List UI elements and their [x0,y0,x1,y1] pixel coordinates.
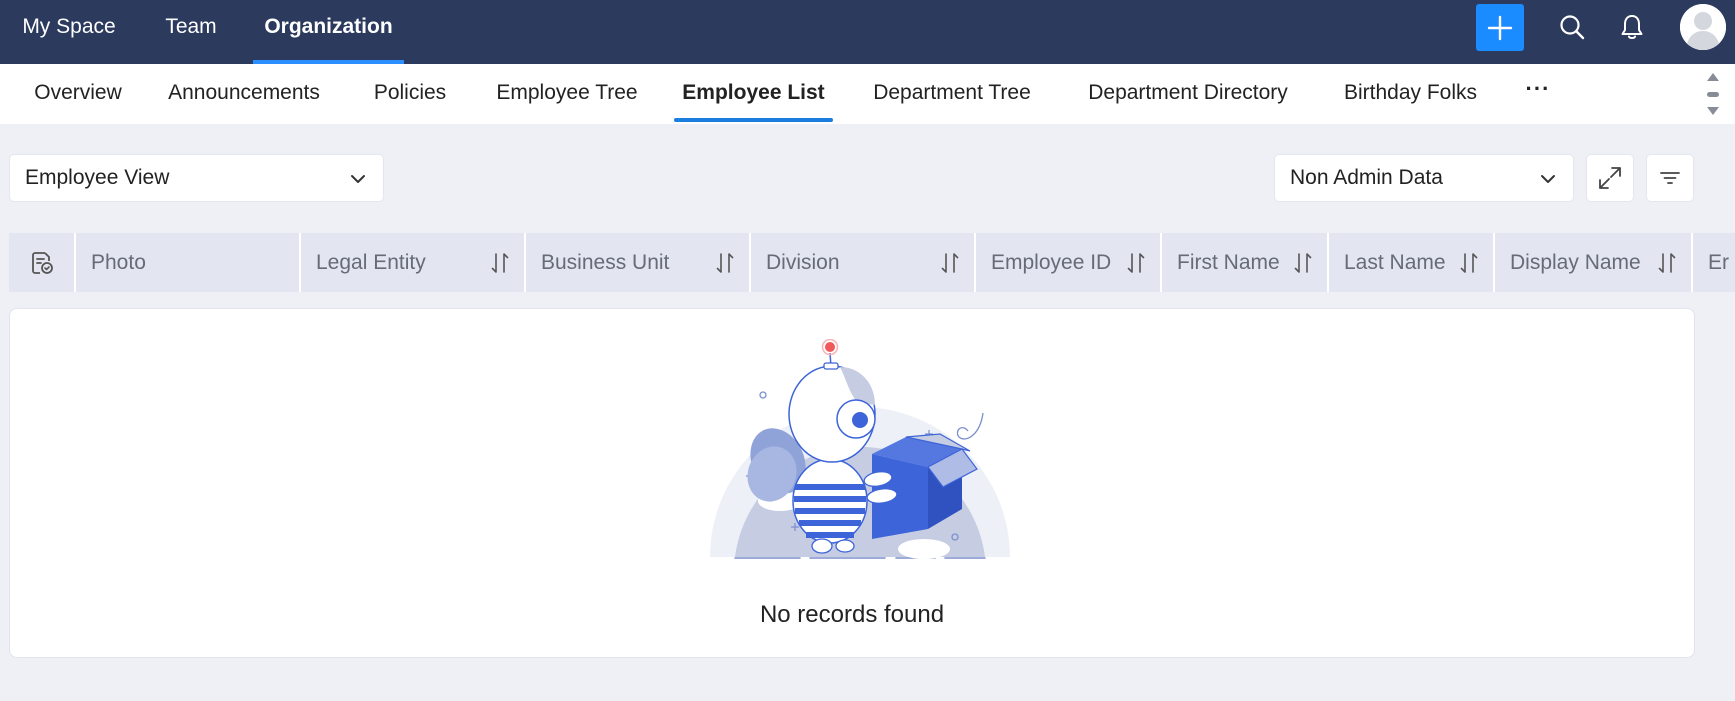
column-header-first-name: First Name [1162,233,1329,292]
filter-icon [1660,172,1680,184]
user-avatar[interactable] [1680,4,1726,50]
tab-employee-list[interactable]: Employee List [674,64,833,124]
sort-icon[interactable] [490,252,510,274]
column-label: Legal Entity [316,251,426,274]
search-icon [1560,15,1585,40]
data-select[interactable]: Non Admin Data [1274,154,1574,202]
plus-icon [1487,15,1513,40]
empty-state-message: No records found [759,601,945,628]
expand-icon [1599,167,1621,189]
data-select-value: Non Admin Data [1290,166,1443,189]
add-button[interactable] [1476,4,1524,51]
sub-navigation-bar: Overview Announcements Policies Employee… [0,64,1735,124]
column-label: Display Name [1510,251,1641,274]
filter-button[interactable] [1646,154,1694,202]
notifications-button[interactable] [1616,11,1648,43]
tab-birthday-folks[interactable]: Birthday Folks [1342,64,1479,124]
empty-state-card: No records found [9,308,1695,658]
search-button[interactable] [1556,11,1588,43]
sort-icon[interactable] [715,252,735,274]
column-header-business-unit: Business Unit [526,233,751,292]
column-label: Photo [91,251,146,274]
chevron-down-icon [351,175,365,183]
column-settings-icon [31,251,53,274]
column-header-employee-id: Employee ID [976,233,1162,292]
column-label: Business Unit [541,251,670,274]
sort-icon[interactable] [1459,252,1479,274]
tab-department-directory[interactable]: Department Directory [1082,64,1294,124]
column-settings-button[interactable] [9,233,76,292]
expand-button[interactable] [1586,154,1634,202]
column-label: First Name [1177,251,1280,274]
column-header-legal-entity: Legal Entity [301,233,526,292]
scroll-arrows-icon [1707,73,1719,115]
more-tabs-button[interactable]: ··· [1525,64,1551,120]
column-header-last-name: Last Name [1329,233,1495,292]
sort-icon[interactable] [1657,252,1677,274]
table-header: Photo Legal Entity Business Unit Divisio… [9,233,1735,292]
column-header-display-name: Display Name [1495,233,1693,292]
bell-icon [1621,15,1643,39]
topnav-my-space[interactable]: My Space [12,0,126,64]
column-header-truncated: Er [1693,233,1735,292]
top-navigation-bar: My Space Team Organization [0,0,1735,64]
topnav-team[interactable]: Team [150,0,232,64]
tab-employee-tree[interactable]: Employee Tree [495,64,639,124]
chevron-down-icon [1541,175,1555,183]
tab-announcements[interactable]: Announcements [162,64,326,124]
tab-policies[interactable]: Policies [372,64,448,124]
tab-overview[interactable]: Overview [21,64,135,124]
column-label: Last Name [1344,251,1446,274]
tabs-scroll-control[interactable] [1700,64,1726,124]
sort-icon[interactable] [940,252,960,274]
user-icon [1680,4,1726,50]
view-select-value: Employee View [25,166,170,189]
column-header-division: Division [751,233,976,292]
column-label: Division [766,251,840,274]
empty-box-robot-illustration [710,339,1010,559]
topnav-organization[interactable]: Organization [253,0,404,64]
sort-icon[interactable] [1126,252,1146,274]
column-label: Employee ID [991,251,1112,274]
column-label: Er [1708,251,1729,274]
column-header-photo: Photo [76,233,301,292]
view-select[interactable]: Employee View [9,154,384,202]
tab-department-tree[interactable]: Department Tree [869,64,1035,124]
sort-icon[interactable] [1293,252,1313,274]
